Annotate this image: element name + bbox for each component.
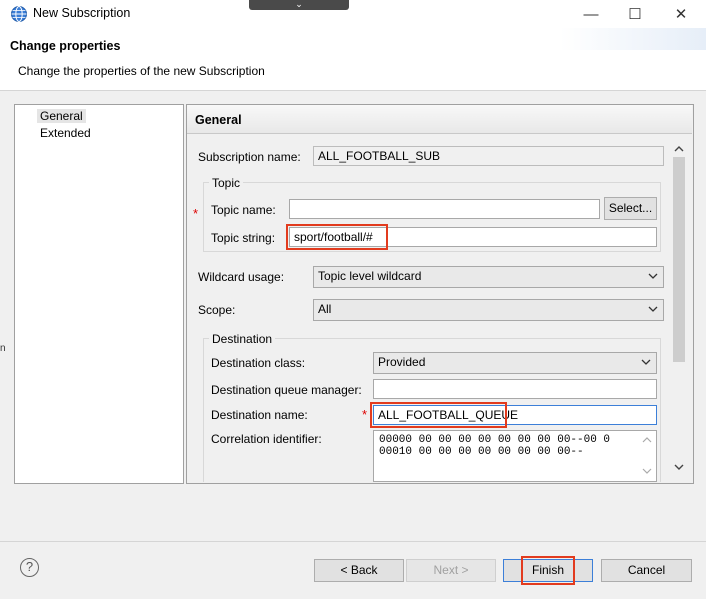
topic-name-field[interactable] xyxy=(289,199,600,219)
chevron-down-icon[interactable]: ⌄ xyxy=(249,0,349,10)
destination-name-label: Destination name: xyxy=(211,408,308,422)
chevron-down-icon xyxy=(648,302,658,319)
panel-header xyxy=(187,105,692,134)
destination-class-select[interactable]: Provided xyxy=(373,352,657,374)
correlation-identifier-field[interactable]: 00000 00 00 00 00 00 00 00 00--00 0 0001… xyxy=(373,430,657,482)
globe-icon xyxy=(10,5,28,23)
minimize-button[interactable]: — xyxy=(568,0,614,28)
maximize-button[interactable]: ☐ xyxy=(612,0,658,28)
subscription-name-field[interactable]: ALL_FOOTBALL_SUB xyxy=(313,146,664,166)
topic-string-highlight xyxy=(286,224,388,250)
destination-queue-manager-label: Destination queue manager: xyxy=(211,383,362,397)
header-title: Change properties xyxy=(10,39,121,53)
cancel-button[interactable]: Cancel xyxy=(601,559,692,582)
correlation-line: 00010 00 00 00 00 00 00 00 00-- xyxy=(379,446,584,458)
chevron-down-icon xyxy=(648,269,658,286)
destination-name-highlight xyxy=(370,402,507,428)
header-banner xyxy=(560,28,706,50)
required-marker: * xyxy=(193,206,199,221)
panel-scrollbar-thumb[interactable] xyxy=(673,157,685,362)
topic-group-label: Topic xyxy=(209,176,244,190)
topic-name-label: Topic name: xyxy=(211,203,276,217)
property-nav: General Extended xyxy=(14,104,184,484)
back-button[interactable]: < Back xyxy=(314,559,404,582)
destination-group-label: Destination xyxy=(209,332,276,346)
correlation-identifier-label: Correlation identifier: xyxy=(211,432,322,446)
next-button[interactable]: Next > xyxy=(406,559,496,582)
header-message: Change the properties of the new Subscri… xyxy=(18,64,265,78)
chevron-down-icon xyxy=(641,355,651,372)
wildcard-usage-select[interactable]: Topic level wildcard xyxy=(313,266,664,288)
correlation-scrollbar[interactable] xyxy=(640,433,654,479)
subscription-name-label: Subscription name: xyxy=(198,150,301,164)
destination-queue-manager-field[interactable] xyxy=(373,379,657,399)
help-icon[interactable]: ? xyxy=(20,558,39,577)
section-title: General xyxy=(195,113,242,127)
left-edge-text: n xyxy=(0,343,6,354)
wildcard-usage-value: Topic level wildcard xyxy=(318,269,422,283)
window-title: New Subscription xyxy=(33,6,131,20)
correlation-line: 00000 00 00 00 00 00 00 00 00--00 0 xyxy=(379,434,611,446)
wildcard-usage-label: Wildcard usage: xyxy=(198,270,285,284)
nav-item-extended[interactable]: Extended xyxy=(37,126,94,140)
chevron-down-icon[interactable] xyxy=(671,460,687,474)
select-topic-button[interactable]: Select... xyxy=(604,197,657,220)
chevron-up-icon[interactable] xyxy=(671,142,687,156)
required-marker: * xyxy=(362,407,368,422)
scope-value: All xyxy=(318,302,332,316)
close-button[interactable]: ✕ xyxy=(658,0,704,28)
topic-string-label: Topic string: xyxy=(211,231,276,245)
destination-class-value: Provided xyxy=(378,355,426,369)
scope-label: Scope: xyxy=(198,303,236,317)
destination-class-label: Destination class: xyxy=(211,356,306,370)
scope-select[interactable]: All xyxy=(313,299,664,321)
nav-item-general[interactable]: General xyxy=(37,109,86,123)
finish-highlight xyxy=(521,556,575,585)
